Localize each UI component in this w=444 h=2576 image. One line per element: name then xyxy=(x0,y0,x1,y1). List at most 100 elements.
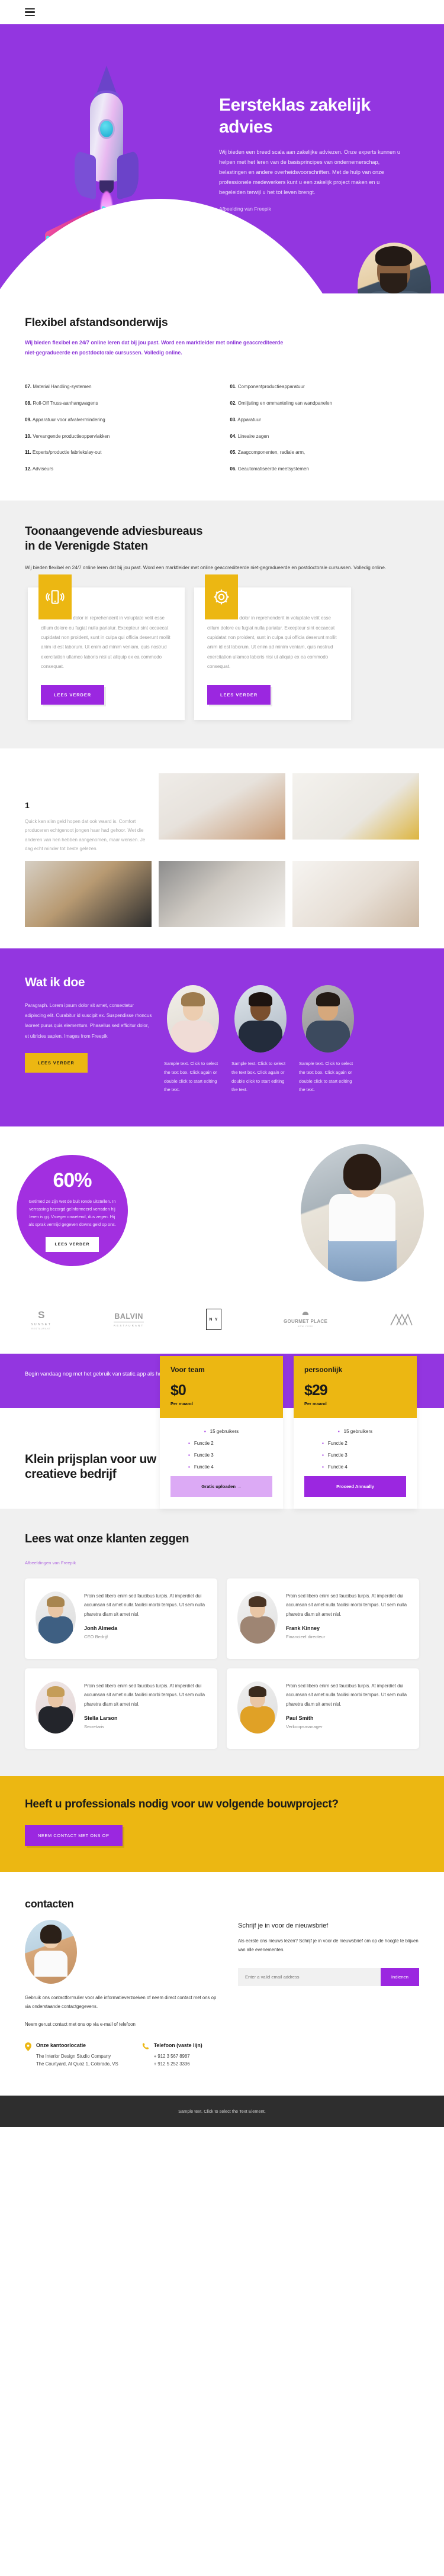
testimonial-name: Paul Smith xyxy=(286,1715,314,1721)
submit-button[interactable]: Indienen xyxy=(380,1968,419,1987)
avatar xyxy=(36,1681,76,1734)
hamburger-bar xyxy=(25,14,35,17)
list-item: 12. Adviseurs xyxy=(25,466,54,472)
info-card: Duis aute irure dolor in reprehenderit i… xyxy=(28,574,185,720)
office-line-1: The Interior Design Studio Company xyxy=(36,2053,111,2059)
person-text: Sample text. Click to select the text bo… xyxy=(164,1060,218,1093)
section-title-what-i-do: Wat ik doe xyxy=(25,975,85,989)
what-i-do-paragraph: Paragraph. Lorem ipsum dolor sit amet, c… xyxy=(25,1002,152,1039)
testimonial-role: Secretaris xyxy=(84,1723,105,1729)
mobile-phone-icon xyxy=(38,574,72,620)
hero-paragraph: Wij bieden een breed scala aan zakelijke… xyxy=(219,149,400,196)
freepik-link[interactable]: Freepik xyxy=(61,1560,76,1565)
logo-balvin: BALVIN RESTAURANT xyxy=(113,1312,144,1327)
section-title-leading: Toonaangevende adviesbureaus in de Veren… xyxy=(25,525,203,553)
read-more-button[interactable]: LEES VERDER xyxy=(45,1237,99,1252)
site-header xyxy=(0,0,444,24)
avatar xyxy=(237,1681,278,1734)
read-more-button[interactable]: LEES VERDER xyxy=(25,1053,88,1073)
yellow-cta-title: Heeft u professionals nodig voor uw volg… xyxy=(25,1798,339,1811)
pricing-plan-team: Voor team $0 Per maand 15 gebruikers Fun… xyxy=(160,1356,283,1509)
list-item: 03. Apparatuur xyxy=(230,417,261,422)
gallery-photo-coffee xyxy=(159,773,285,840)
person-card: Sample text. Click to select the text bo… xyxy=(299,984,357,1095)
plan-price: $29 xyxy=(304,1382,328,1399)
logo-sunset: S SUNSET RESTAURANT xyxy=(31,1309,52,1330)
testimonial-role: CEO Bedrijf xyxy=(84,1634,108,1639)
footer-text: Sample text. Click to select the Text El… xyxy=(178,2108,266,2114)
plan-feature: Functie 3 xyxy=(304,1452,406,1458)
list-item: 10. Vervangende productieoppervlakken xyxy=(25,433,110,439)
section-title-flexible: Flexibel afstandsonderwijs xyxy=(25,316,168,329)
phone-title: Telefoon (vaste lijn) xyxy=(153,2042,202,2048)
statistic-section: 60% Getimed ze zijn wet de buit ronde ui… xyxy=(0,1126,444,1305)
yellow-cta-section: Heeft u professionals nodig voor uw volg… xyxy=(0,1776,444,1872)
section-title-testimonials: Lees wat onze klanten zeggen xyxy=(25,1532,189,1546)
plan-cta-button[interactable]: Proceed Annually xyxy=(304,1476,406,1497)
statistic-percent: 60% xyxy=(53,1169,92,1192)
info-card: Duis aute irure dolor in reprehenderit i… xyxy=(194,574,351,720)
gallery-photo-notepad xyxy=(159,860,285,927)
hamburger-bar xyxy=(25,8,35,10)
statistic-photo xyxy=(301,1144,424,1282)
logo-mountain xyxy=(390,1313,413,1326)
office-title: Onze kantoorlocatie xyxy=(36,2042,86,2048)
list-item: 06. Geautomatiseerde meetsystemen xyxy=(230,466,309,472)
pricing-section: Klein prijsplan voor uw creatieve bedrij… xyxy=(0,1356,444,1509)
contact-section: contacten Gebruik ons contactformulier v… xyxy=(0,1871,444,2096)
gallery-section: 1 Quick kan slim geld hopen dat ook waar… xyxy=(0,748,444,948)
leading-subtitle: Wij bieden flexibel en 24/7 online leren… xyxy=(25,564,387,570)
flexible-lead-text: Wij bieden flexibel en 24/7 online leren… xyxy=(25,340,284,356)
contact-avatar xyxy=(25,1919,77,1984)
phone-line-2: + 912 5 252 3336 xyxy=(153,2061,190,2067)
gallery-paragraph: Quick kan slim geld hopen dat ook waard … xyxy=(25,818,146,852)
person-text: Sample text. Click to select the text bo… xyxy=(299,1060,353,1093)
list-item: 02. Omlijsting en ommanteling van wandpa… xyxy=(230,401,332,406)
logo-gourmet-place: GOURMET PLACE NEW YORK xyxy=(284,1311,327,1328)
phone-icon xyxy=(142,2042,149,2068)
logo-ny: N Y xyxy=(206,1309,222,1331)
newsletter-title: Schrijf je in voor de nieuwsbrief xyxy=(238,1922,329,1929)
person-text: Sample text. Click to select the text bo… xyxy=(231,1060,286,1093)
gear-icon xyxy=(205,574,238,620)
list-item: 07. Material Handling-systemen xyxy=(25,384,92,390)
plan-feature: 15 gebruikers xyxy=(304,1429,406,1434)
testimonial-card: Proin sed libero enim sed faucibus turpi… xyxy=(25,1668,217,1749)
contact-paragraph-2: Neem gerust contact met ons op via e-mai… xyxy=(25,2022,136,2028)
contact-us-button[interactable]: NEEM CONTACT MET ONS OP xyxy=(25,1825,123,1846)
info-card-body: Duis aute irure dolor in reprehenderit i… xyxy=(207,615,337,670)
list-item: 04. Lineaire zagen xyxy=(230,433,269,439)
plan-name: persoonlijk xyxy=(304,1366,343,1374)
plan-cta-button[interactable]: Gratis uploaden → xyxy=(170,1476,272,1497)
info-card-body: Duis aute irure dolor in reprehenderit i… xyxy=(41,615,170,670)
pricing-plan-personal: persoonlijk $29 Per maand 15 gebruikers … xyxy=(294,1356,417,1509)
credit-prefix: Afbeeldingen van xyxy=(25,1560,61,1566)
hero-image-credit: Afbeelding van Freepik xyxy=(219,206,271,212)
plan-period: Per maand xyxy=(170,1401,193,1407)
person-card: Sample text. Click to select the text bo… xyxy=(231,984,289,1095)
testimonial-quote: Proin sed libero enim sed faucibus turpi… xyxy=(84,1683,205,1707)
testimonial-role: Verkoopsmanager xyxy=(286,1723,323,1729)
section-title-contact: contacten xyxy=(25,1897,74,1910)
read-more-button[interactable]: LEES VERDER xyxy=(207,685,271,705)
avatar xyxy=(237,1592,278,1644)
hamburger-bar xyxy=(25,11,35,13)
read-more-button[interactable]: LEES VERDER xyxy=(41,685,105,705)
email-field[interactable] xyxy=(238,1968,381,1987)
plan-name: Voor team xyxy=(170,1366,205,1374)
statistic-text: Getimed ze zijn wet de buit ronde uitste… xyxy=(28,1199,116,1227)
testimonial-card: Proin sed libero enim sed faucibus turpi… xyxy=(25,1578,217,1660)
plan-feature: Functie 4 xyxy=(304,1464,406,1470)
plan-feature: Functie 2 xyxy=(170,1441,272,1446)
gallery-photo-vase xyxy=(292,860,419,927)
hamburger-icon[interactable] xyxy=(25,8,35,17)
list-item: 08. Roll-Off Truss-aanhangwagens xyxy=(25,401,98,406)
list-item: 11. Experts/productie fabriekslay-out xyxy=(25,450,102,456)
testimonials-section: Lees wat onze klanten zeggen Afbeeldinge… xyxy=(0,1509,444,1777)
avatar xyxy=(167,984,219,1053)
flexible-list-left: 07. Material Handling-systemen 08. Roll-… xyxy=(25,384,206,483)
plan-feature: 15 gebruikers xyxy=(170,1429,272,1434)
page-title: Eersteklas zakelijk advies xyxy=(219,95,371,137)
plan-feature: Functie 4 xyxy=(170,1464,272,1470)
section-title-pricing: Klein prijsplan voor uw creatieve bedrij… xyxy=(25,1452,156,1481)
